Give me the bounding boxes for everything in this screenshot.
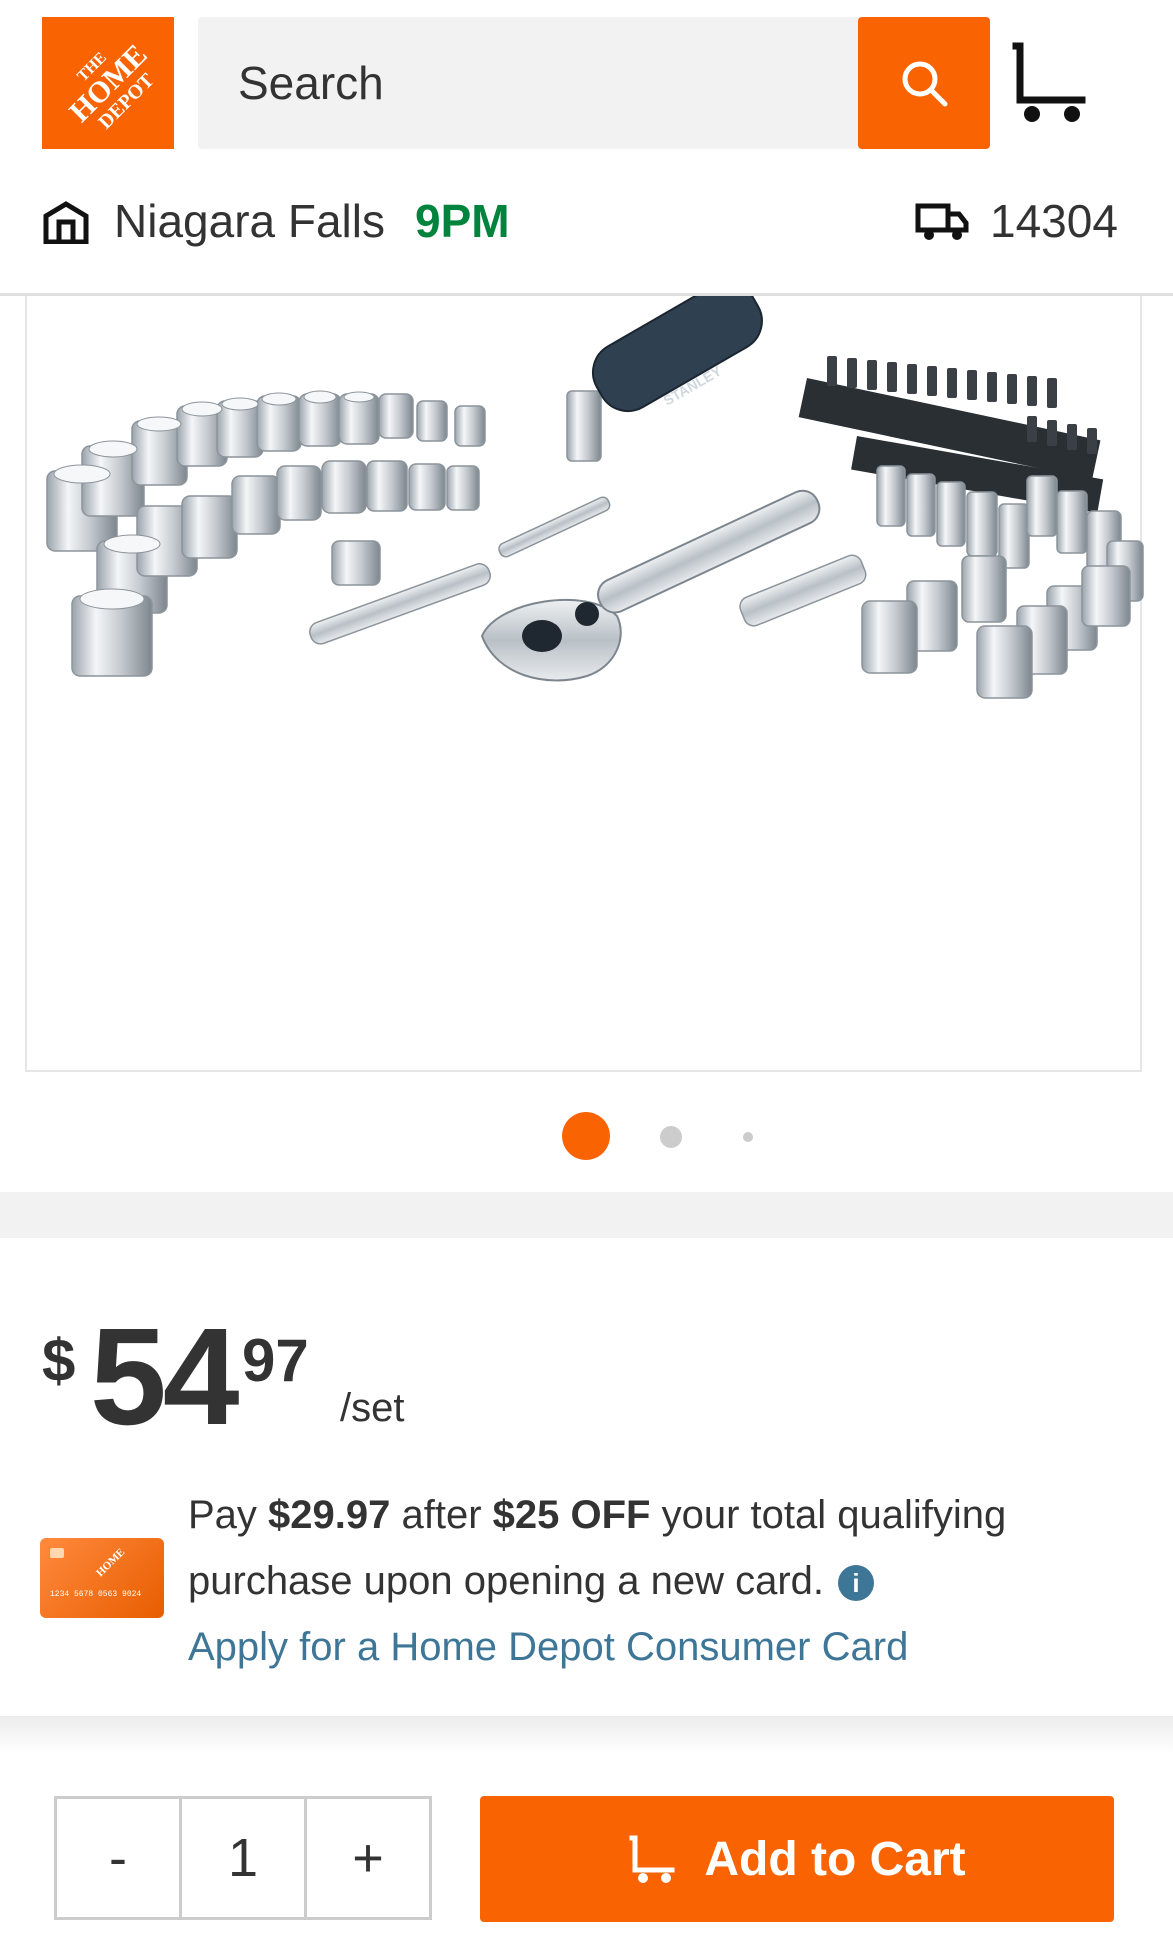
promo-pay-amount: $29.97: [268, 1493, 391, 1537]
cart-icon: [629, 1835, 675, 1883]
home-depot-logo[interactable]: THE HOME DEPOT: [42, 17, 174, 149]
add-to-cart-button[interactable]: Add to Cart: [480, 1796, 1114, 1922]
header: THE HOME DEPOT Search Niagara Falls 9PM: [0, 0, 1173, 296]
store-icon: [43, 201, 89, 244]
apply-card-link[interactable]: Apply for a Home Depot Consumer Card: [188, 1614, 908, 1680]
delivery-truck-icon: [915, 203, 969, 240]
price-cents: 97: [242, 1327, 309, 1394]
search-button[interactable]: [858, 17, 990, 149]
delivery-zip: 14304: [990, 195, 1118, 247]
socket-set-image: STANLEY: [46, 296, 1144, 699]
credit-card-image: HOME 1234 5678 0563 9024: [40, 1538, 164, 1618]
product-image[interactable]: STANLEY: [25, 296, 1144, 1072]
increase-quantity-button[interactable]: +: [307, 1799, 429, 1917]
add-to-cart-label: Add to Cart: [704, 1832, 966, 1886]
credit-card-promo: HOME 1234 5678 0563 9024 Pay $29.97 afte…: [0, 1482, 1173, 1682]
search-placeholder: Search: [238, 57, 384, 109]
decrease-quantity-button[interactable]: -: [57, 1799, 182, 1917]
svg-text:HOME: HOME: [94, 1546, 127, 1579]
store-name: Niagara Falls: [114, 195, 385, 247]
quantity-stepper[interactable]: - 1 +: [54, 1796, 432, 1920]
carousel-dot-active[interactable]: [562, 1112, 610, 1160]
carousel-dot[interactable]: [660, 1126, 682, 1148]
svg-text:1234 5678 0563 9024: 1234 5678 0563 9024: [50, 1590, 141, 1599]
store-row[interactable]: Niagara Falls 9PM 14304: [0, 180, 1173, 260]
section-divider: [0, 1192, 1173, 1238]
bottom-bar-shadow: [0, 1716, 1173, 1754]
price-unit: /set: [340, 1386, 405, 1430]
price-dollars: 54: [90, 1300, 239, 1454]
promo-discount: $25 OFF: [492, 1493, 651, 1537]
info-icon[interactable]: i: [838, 1565, 875, 1602]
quantity-input[interactable]: 1: [182, 1799, 307, 1917]
promo-text: Pay $29.97 after $25 OFF your total qual…: [188, 1493, 1007, 1603]
cart-icon[interactable]: [1010, 38, 1090, 128]
store-hours: 9PM: [415, 195, 510, 247]
carousel-dots[interactable]: [0, 1108, 1173, 1160]
carousel-dot[interactable]: [743, 1132, 753, 1142]
bottom-action-bar: - 1 + Add to Cart: [0, 1752, 1173, 1940]
search-icon: [902, 61, 948, 107]
price-currency: $: [42, 1327, 76, 1394]
